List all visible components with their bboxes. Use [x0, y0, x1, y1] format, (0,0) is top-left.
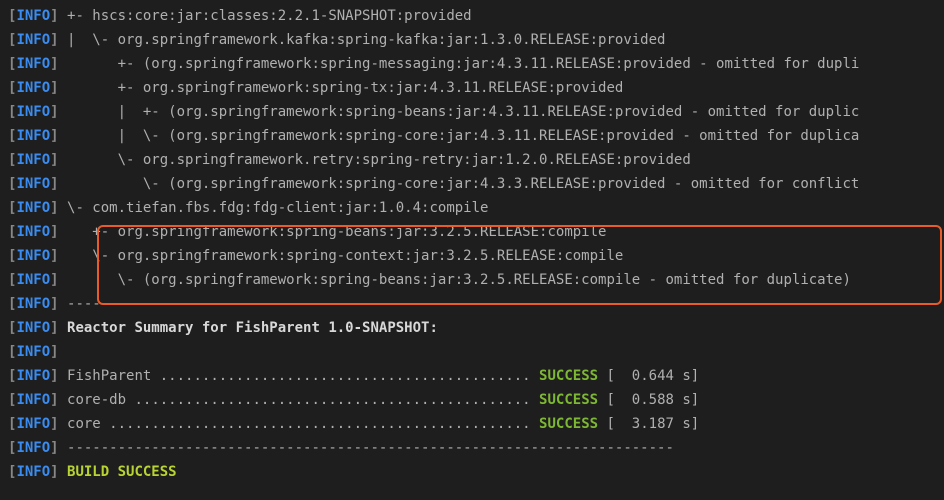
log-line: [INFO] | \- org.springframework.kafka:sp… [8, 28, 936, 52]
log-level: INFO [16, 440, 50, 456]
bracket-close: ] [50, 200, 58, 216]
log-line: [INFO] +- org.springframework:spring-tx:… [8, 76, 936, 100]
build-success-label: BUILD SUCCESS [59, 460, 177, 484]
bracket-close: ] [50, 152, 58, 168]
module-name: FishParent [59, 364, 152, 388]
log-line: [INFO] Reactor Summary for FishParent 1.… [8, 316, 936, 340]
bracket-close: ] [50, 32, 58, 48]
log-line: [INFO] \- (org.springframework:spring-co… [8, 172, 936, 196]
log-text: \- (org.springframework:spring-beans:jar… [59, 268, 851, 292]
log-line: [INFO] \- org.springframework:spring-con… [8, 244, 936, 268]
log-text: \- com.tiefan.fbs.fdg:fdg-client:jar:1.0… [59, 196, 489, 220]
log-line: [INFO] [8, 340, 936, 364]
log-line: [INFO] +- (org.springframework:spring-me… [8, 52, 936, 76]
bracket-close: ] [50, 320, 58, 336]
bracket-close: ] [50, 224, 58, 240]
log-line: [INFO] core-db .........................… [8, 388, 936, 412]
log-level: INFO [16, 272, 50, 288]
bracket-close: ] [50, 104, 58, 120]
log-text: +- hscs:core:jar:classes:2.2.1-SNAPSHOT:… [59, 4, 472, 28]
bracket-close: ] [50, 416, 58, 432]
bracket-close: ] [50, 176, 58, 192]
terminal-output: [INFO] +- hscs:core:jar:classes:2.2.1-SN… [8, 4, 936, 484]
log-level: INFO [16, 224, 50, 240]
bracket-close: ] [50, 80, 58, 96]
bracket-close: ] [50, 128, 58, 144]
log-level: INFO [16, 464, 50, 480]
log-text: | \- org.springframework.kafka:spring-ka… [59, 28, 666, 52]
log-level: INFO [16, 392, 50, 408]
log-level: INFO [16, 104, 50, 120]
log-text: \- org.springframework.retry:spring-retr… [59, 148, 691, 172]
log-level: INFO [16, 8, 50, 24]
bracket-close: ] [50, 344, 58, 360]
log-level: INFO [16, 320, 50, 336]
build-status: SUCCESS [539, 412, 598, 436]
log-level: INFO [16, 176, 50, 192]
bracket-close: ] [50, 296, 58, 312]
log-text: \- (org.springframework:spring-core:jar:… [59, 172, 860, 196]
log-level: INFO [16, 248, 50, 264]
build-status: SUCCESS [539, 388, 598, 412]
log-line: [INFO] \- org.springframework.retry:spri… [8, 148, 936, 172]
log-text: Reactor Summary for FishParent 1.0-SNAPS… [59, 316, 438, 340]
bracket-close: ] [50, 440, 58, 456]
log-line: [INFO] | +- (org.springframework:spring-… [8, 100, 936, 124]
log-text: | \- (org.springframework:spring-core:ja… [59, 124, 860, 148]
dots-fill: ........................................… [151, 364, 539, 388]
log-level: INFO [16, 152, 50, 168]
log-level: INFO [16, 32, 50, 48]
log-level: INFO [16, 200, 50, 216]
log-text: +- org.springframework:spring-tx:jar:4.3… [59, 76, 624, 100]
dots-fill: ........................................… [101, 412, 539, 436]
build-time: [ 3.187 s] [598, 412, 699, 436]
log-line: [INFO] ---------------------------------… [8, 292, 936, 316]
log-level: INFO [16, 56, 50, 72]
log-line: [INFO] core ............................… [8, 412, 936, 436]
build-time: [ 0.644 s] [598, 364, 699, 388]
module-name: core-db [59, 388, 126, 412]
log-line: [INFO] \- com.tiefan.fbs.fdg:fdg-client:… [8, 196, 936, 220]
log-text: \- org.springframework:spring-context:ja… [59, 244, 624, 268]
bracket-close: ] [50, 272, 58, 288]
log-text: +- (org.springframework:spring-messaging… [59, 52, 860, 76]
bracket-close: ] [50, 56, 58, 72]
log-text: ----------------------------------------… [59, 436, 674, 460]
log-text: ----------------------------------------… [59, 292, 674, 316]
log-line: [INFO] BUILD SUCCESS [8, 460, 936, 484]
log-level: INFO [16, 368, 50, 384]
log-level: INFO [16, 80, 50, 96]
module-name: core [59, 412, 101, 436]
log-line: [INFO] +- org.springframework:spring-bea… [8, 220, 936, 244]
log-text: | +- (org.springframework:spring-beans:j… [59, 100, 860, 124]
log-level: INFO [16, 416, 50, 432]
log-level: INFO [16, 128, 50, 144]
log-level: INFO [16, 296, 50, 312]
bracket-close: ] [50, 248, 58, 264]
log-line: [INFO] | \- (org.springframework:spring-… [8, 124, 936, 148]
log-line: [INFO] \- (org.springframework:spring-be… [8, 268, 936, 292]
bracket-close: ] [50, 464, 58, 480]
bracket-close: ] [50, 368, 58, 384]
log-line: [INFO] FishParent ......................… [8, 364, 936, 388]
bracket-close: ] [50, 8, 58, 24]
log-text: +- org.springframework:spring-beans:jar:… [59, 220, 607, 244]
build-time: [ 0.588 s] [598, 388, 699, 412]
build-status: SUCCESS [539, 364, 598, 388]
log-line: [INFO] ---------------------------------… [8, 436, 936, 460]
log-level: INFO [16, 344, 50, 360]
bracket-close: ] [50, 392, 58, 408]
dots-fill: ........................................… [126, 388, 539, 412]
log-line: [INFO] +- hscs:core:jar:classes:2.2.1-SN… [8, 4, 936, 28]
